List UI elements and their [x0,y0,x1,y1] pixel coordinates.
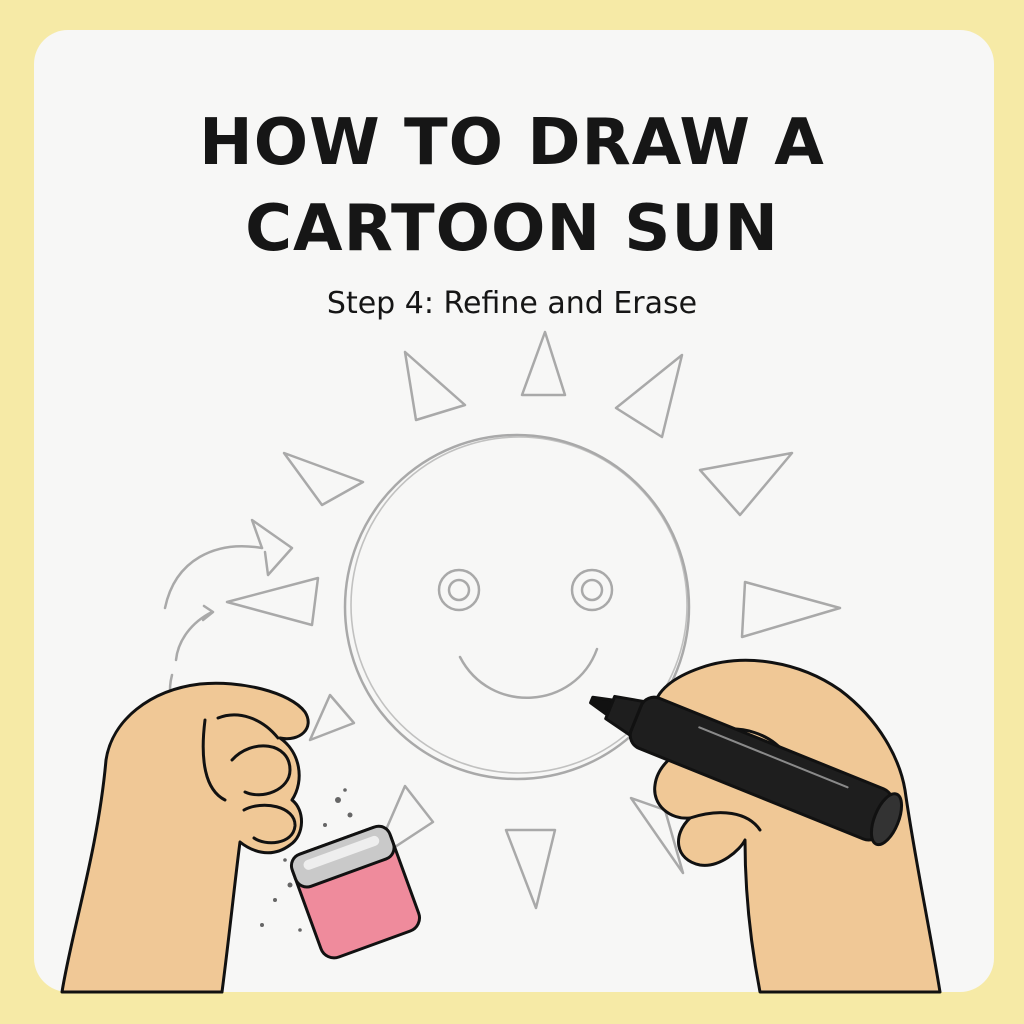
sun-ray [698,451,794,517]
sun-ray [504,828,557,910]
page: { "title": { "line1": "HOW TO DRAW A", "… [0,0,1024,1024]
sun-ray [225,576,320,627]
illustration [60,330,942,994]
left-hand [60,681,353,994]
sun-ray [614,353,684,439]
sun-ray [308,693,356,742]
sun-ray [520,330,567,397]
sun-ray [282,451,365,507]
eraser-icon [289,824,421,960]
sun-ray [740,580,842,639]
sun-ray [403,350,467,422]
